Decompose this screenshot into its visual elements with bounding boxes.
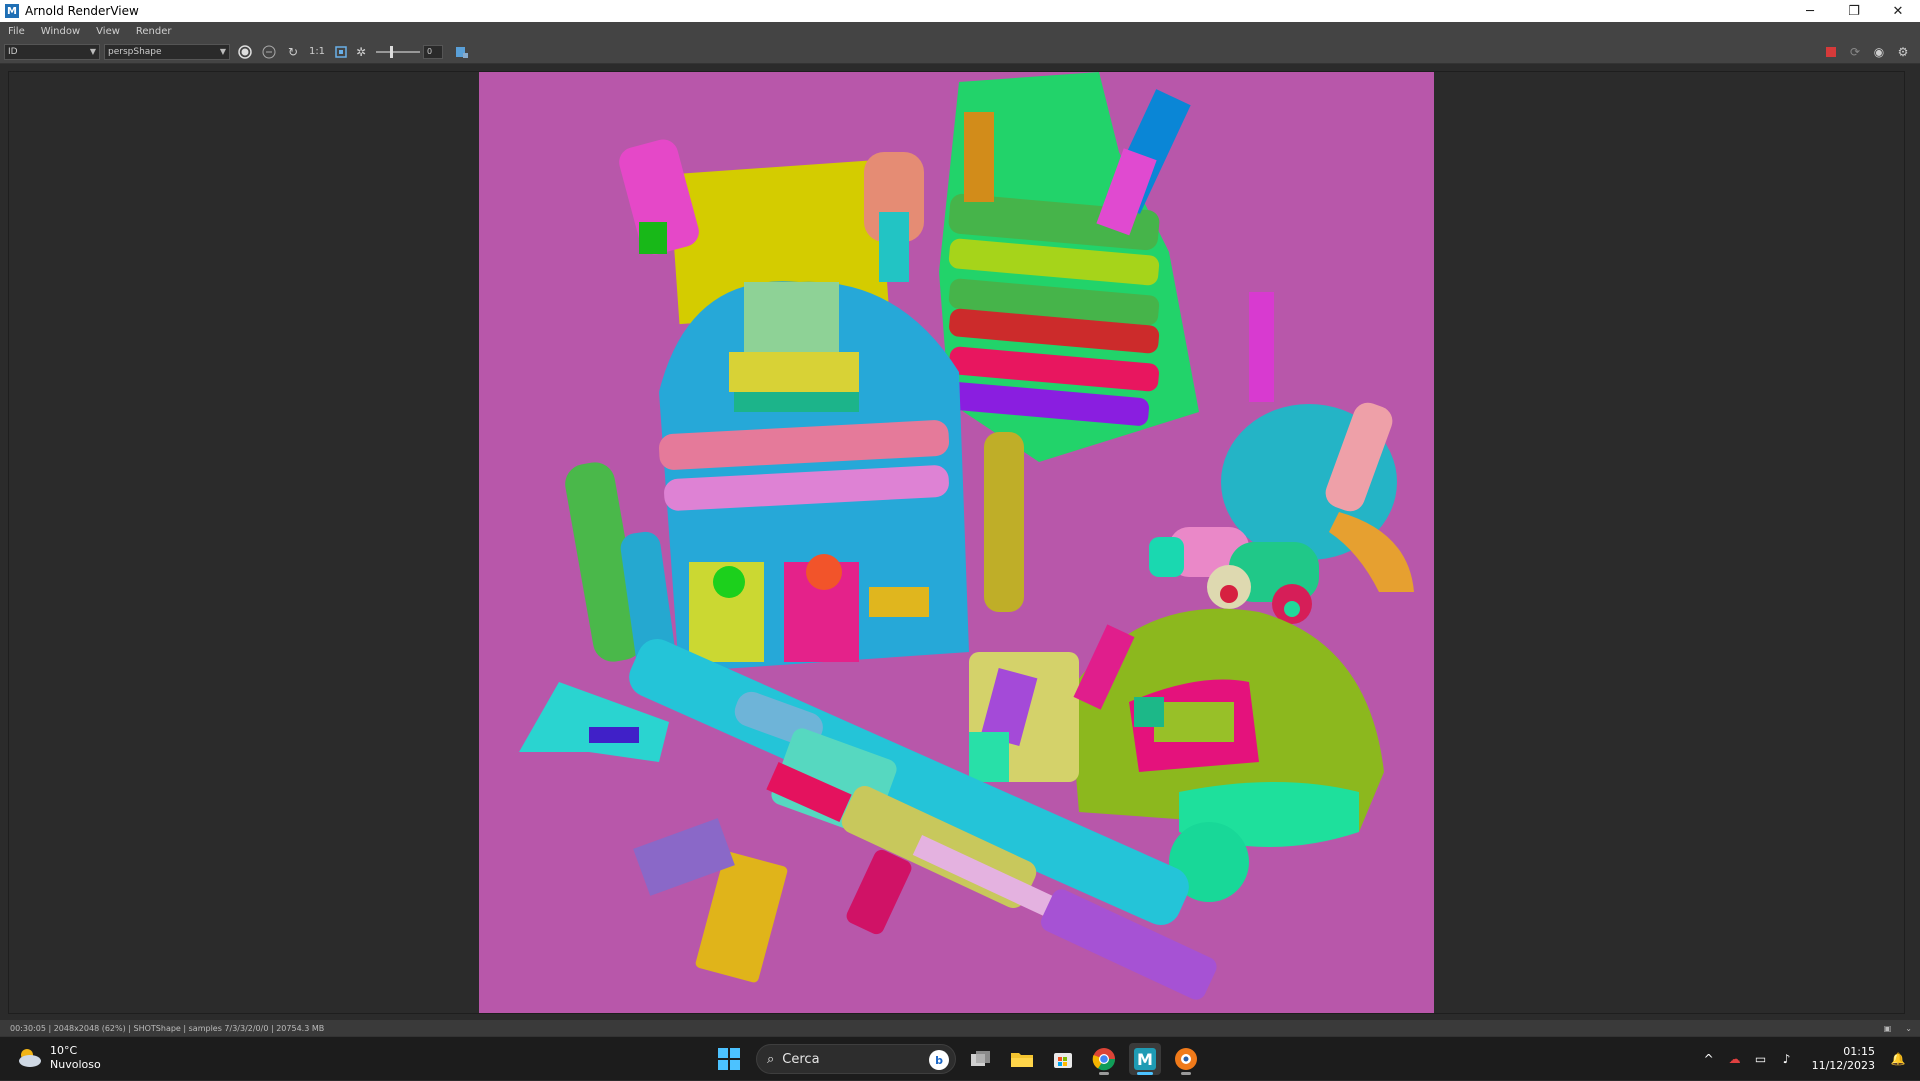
interactive-render-icon[interactable]: ◉ <box>1870 43 1888 61</box>
microsoft-store-icon[interactable] <box>1047 1043 1079 1075</box>
menu-window[interactable]: Window <box>33 26 88 37</box>
frame-view-icon[interactable] <box>332 43 350 61</box>
windows-start-icon[interactable] <box>718 1048 740 1070</box>
svg-text:M: M <box>1137 1050 1153 1069</box>
display-channel-icon[interactable] <box>236 43 254 61</box>
weather-temperature: 10°C <box>50 1044 78 1057</box>
restore-button[interactable]: ❐ <box>1832 0 1876 22</box>
circle-minus-icon[interactable] <box>260 43 278 61</box>
exposure-slider-knob[interactable] <box>390 45 393 58</box>
render-toolbar: ID ▼ perspShape ▼ ↻ 1:1 ✲ 0 ⟳ ◉ ⚙ <box>0 40 1920 64</box>
volume-icon[interactable]: ♪ <box>1777 1052 1797 1066</box>
network-icon[interactable]: ▭ <box>1751 1052 1771 1066</box>
active-indicator <box>1137 1072 1153 1075</box>
close-button[interactable]: ✕ <box>1876 0 1920 22</box>
bing-icon[interactable]: b <box>929 1050 949 1070</box>
maya-taskbar-icon[interactable]: M <box>1129 1043 1161 1075</box>
chevron-up-icon[interactable]: ^ <box>1699 1052 1719 1066</box>
minimize-button[interactable]: ─ <box>1788 0 1832 22</box>
search-icon: ⌕ <box>767 1051 775 1067</box>
status-chevron-down-icon[interactable]: ⌄ <box>1905 1024 1912 1033</box>
window-title: Arnold RenderView <box>25 4 139 18</box>
windows-taskbar: 10°C Nuvoloso ⌕ Cerca b M ^ ☁ ▭ ♪ 01:15 … <box>0 1036 1920 1080</box>
running-indicator <box>1181 1072 1191 1075</box>
taskbar-search[interactable]: ⌕ Cerca b <box>756 1044 956 1074</box>
status-image-icon[interactable]: ▣ <box>1884 1024 1892 1033</box>
chevron-down-icon: ▼ <box>219 46 226 56</box>
taskbar-apps: ⌕ Cerca b M <box>718 1042 1202 1076</box>
menu-bar: File Window View Render <box>0 22 1920 40</box>
exposure-icon: ✲ <box>355 44 367 59</box>
render-status-bar: 00:30:05 | 2048x2048 (62%) | SHOTShape |… <box>0 1020 1920 1036</box>
clock-time: 01:15 <box>1843 1045 1875 1058</box>
chevron-down-icon: ▼ <box>89 46 96 56</box>
exposure-slider[interactable] <box>376 45 420 58</box>
cloudy-weather-icon <box>16 1048 42 1068</box>
settings-gear-icon[interactable]: ⚙ <box>1894 43 1912 61</box>
aov-select-value: ID <box>8 46 18 57</box>
clock-date: 11/12/2023 <box>1811 1059 1875 1072</box>
search-placeholder: Cerca <box>782 1051 820 1067</box>
menu-file[interactable]: File <box>0 26 33 37</box>
blender-like-app-icon[interactable] <box>1170 1043 1202 1075</box>
system-tray: ^ ☁ ▭ ♪ 01:15 11/12/2023 🔔 <box>1696 1037 1920 1081</box>
taskbar-clock[interactable]: 01:15 11/12/2023 <box>1812 1045 1875 1073</box>
notification-bell-icon[interactable]: 🔔 <box>1888 1052 1908 1066</box>
camera-select[interactable]: perspShape ▼ <box>104 43 230 60</box>
file-explorer-icon[interactable] <box>1006 1043 1038 1075</box>
render-status-text: 00:30:05 | 2048x2048 (62%) | SHOTShape |… <box>10 1023 325 1033</box>
title-bar: M Arnold RenderView ─ ❐ ✕ <box>0 0 1920 22</box>
chrome-icon[interactable] <box>1088 1043 1120 1075</box>
running-indicator <box>1099 1072 1109 1075</box>
aov-select[interactable]: ID ▼ <box>4 43 100 60</box>
weather-widget[interactable]: 10°C Nuvoloso <box>16 1044 101 1072</box>
ratio-1-1-button[interactable]: 1:1 <box>308 43 326 61</box>
menu-view[interactable]: View <box>88 26 128 37</box>
snapshot-icon[interactable] <box>453 43 471 61</box>
maya-app-icon: M <box>5 4 19 18</box>
exposure-value-field[interactable]: 0 <box>423 44 443 59</box>
refresh-render-icon[interactable]: ⟳ <box>1846 43 1864 61</box>
onedrive-error-icon[interactable]: ☁ <box>1725 1052 1745 1066</box>
weather-description: Nuvoloso <box>50 1058 101 1071</box>
task-view-icon[interactable] <box>965 1043 997 1075</box>
render-image <box>479 72 1434 1013</box>
id-aov-render <box>519 72 1414 1000</box>
camera-select-value: perspShape <box>108 46 162 57</box>
menu-render[interactable]: Render <box>128 26 180 37</box>
stop-render-icon[interactable] <box>1822 43 1840 61</box>
reset-view-icon[interactable]: ↻ <box>284 43 302 61</box>
